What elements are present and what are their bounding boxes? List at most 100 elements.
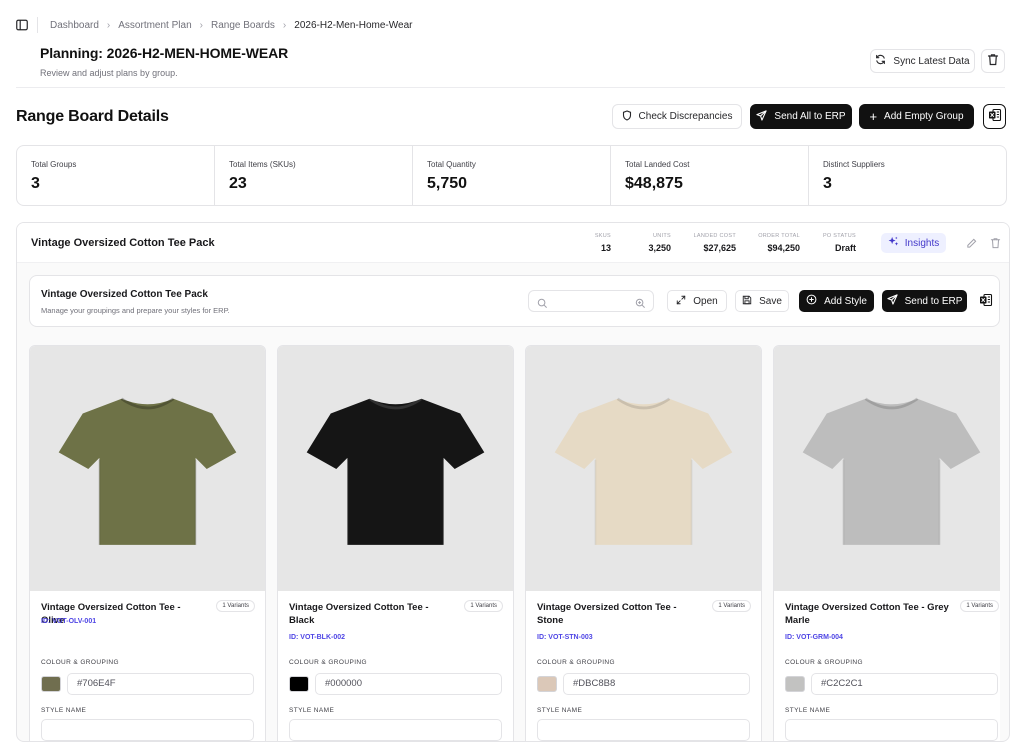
toolbar-subtitle: Manage your groupings and prepare your s… — [41, 306, 230, 315]
add-empty-group-button[interactable]: + Add Empty Group — [859, 104, 974, 129]
colour-hex-input[interactable]: #DBC8B8 — [563, 673, 750, 695]
sync-label: Sync Latest Data — [893, 55, 970, 67]
insights-label: Insights — [904, 237, 940, 249]
variants-badge: 1 Variants — [712, 600, 751, 612]
stat-value: $48,875 — [625, 175, 683, 192]
send-all-to-erp-button[interactable]: Send All to ERP — [750, 104, 852, 129]
colour-hex-input[interactable]: #706E4F — [67, 673, 254, 695]
chevron-right-icon: › — [282, 20, 287, 31]
product-name: Vintage Oversized Cotton Tee - Stone — [537, 602, 677, 626]
sidebar-toggle-icon[interactable] — [15, 18, 29, 32]
stat-label: Distinct Suppliers — [823, 160, 885, 169]
style-name-input[interactable] — [537, 719, 750, 741]
metric-label: LANDED COST — [693, 233, 736, 239]
stat-value: 3 — [31, 175, 40, 192]
variants-badge: 1 Variants — [464, 600, 503, 612]
export-excel-button[interactable] — [983, 104, 1006, 129]
product-image[interactable] — [30, 346, 265, 591]
breadcrumb-dashboard[interactable]: Dashboard — [50, 20, 99, 31]
expand-icon — [676, 295, 686, 308]
product-image[interactable] — [526, 346, 761, 591]
product-card[interactable]: Vintage Oversized Cotton Tee - Olive 1 V… — [29, 345, 266, 741]
product-image[interactable] — [774, 346, 1000, 591]
breadcrumb-assortment-plan[interactable]: Assortment Plan — [118, 20, 191, 31]
section-title: Range Board Details — [16, 108, 169, 125]
group-panel: Vintage Oversized Cotton Tee Pack SKUS 1… — [16, 222, 1010, 742]
metric-label: UNITS — [653, 233, 671, 239]
style-name-label: STYLE NAME — [41, 707, 87, 714]
stat-label: Total Quantity — [427, 160, 476, 169]
metric-label: ORDER TOTAL — [758, 233, 800, 239]
delete-board-button[interactable] — [981, 49, 1005, 73]
colour-swatch[interactable] — [41, 676, 61, 692]
variants-badge: 1 Variants — [960, 600, 999, 612]
tshirt-image — [306, 397, 485, 545]
style-name-input[interactable] — [785, 719, 998, 741]
open-button[interactable]: Open — [667, 290, 727, 312]
colour-grouping-label: COLOUR & GROUPING — [537, 659, 615, 666]
search-input[interactable] — [553, 294, 629, 308]
save-button[interactable]: Save — [735, 290, 789, 312]
product-id: ID: VOT-GRM-004 — [785, 634, 843, 641]
stat-total-landed-cost: Total Landed Cost $48,875 — [611, 146, 809, 205]
trash-icon[interactable] — [989, 237, 1001, 249]
colour-grouping-label: COLOUR & GROUPING — [289, 659, 367, 666]
breadcrumb-range-boards[interactable]: Range Boards — [211, 20, 275, 31]
insights-button[interactable]: Insights — [881, 233, 946, 253]
colour-swatch[interactable] — [537, 676, 557, 692]
sync-latest-data-button[interactable]: Sync Latest Data — [870, 49, 975, 73]
metric-skus: SKUS 13 — [595, 233, 611, 253]
excel-icon — [988, 108, 1002, 125]
search-box[interactable] — [528, 290, 654, 312]
tshirt-image — [802, 397, 981, 545]
style-name-input[interactable] — [41, 719, 254, 741]
stat-total-groups: Total Groups 3 — [17, 146, 215, 205]
product-card[interactable]: Vintage Oversized Cotton Tee - Black 1 V… — [277, 345, 514, 741]
check-discrepancies-button[interactable]: Check Discrepancies — [612, 104, 742, 129]
colour-swatch[interactable] — [785, 676, 805, 692]
search-icon — [537, 296, 548, 314]
summary-stats: Total Groups 3 Total Items (SKUs) 23 Tot… — [16, 145, 1007, 206]
group-name: Vintage Oversized Cotton Tee Pack — [31, 237, 215, 249]
product-grid: Vintage Oversized Cotton Tee - Olive 1 V… — [29, 345, 1000, 741]
chevron-right-icon: › — [106, 20, 111, 31]
group-header[interactable]: Vintage Oversized Cotton Tee Pack SKUS 1… — [17, 223, 1009, 263]
variants-badge: 1 Variants — [216, 600, 255, 612]
style-name-input[interactable] — [289, 719, 502, 741]
export-excel-button[interactable] — [975, 290, 997, 312]
colour-hex-input[interactable]: #C2C2C1 — [811, 673, 998, 695]
divider — [37, 17, 38, 33]
send-all-label: Send All to ERP — [774, 111, 846, 122]
plus-circle-icon — [806, 294, 817, 308]
style-name-label: STYLE NAME — [537, 707, 583, 714]
product-image[interactable] — [278, 346, 513, 591]
add-style-label: Add Style — [824, 295, 867, 307]
excel-icon — [979, 293, 993, 310]
check-discrepancies-label: Check Discrepancies — [638, 111, 733, 122]
product-card[interactable]: Vintage Oversized Cotton Tee - Stone 1 V… — [525, 345, 762, 741]
metric-landed-cost: LANDED COST $27,625 — [694, 233, 736, 253]
stat-total-items: Total Items (SKUs) 23 — [215, 146, 413, 205]
page-subtitle: Review and adjust plans by group. — [40, 68, 178, 78]
zoom-in-icon[interactable] — [635, 296, 646, 314]
add-style-button[interactable]: Add Style — [799, 290, 874, 312]
send-icon — [886, 294, 898, 308]
colour-swatch[interactable] — [289, 676, 309, 692]
tshirt-image — [554, 397, 733, 545]
shield-icon — [622, 109, 632, 124]
stat-value: 23 — [229, 175, 247, 192]
trash-icon — [987, 53, 999, 69]
pencil-icon[interactable] — [965, 237, 977, 249]
colour-hex-input[interactable]: #000000 — [315, 673, 502, 695]
chevron-right-icon: › — [199, 20, 203, 31]
product-id: ID: VOT-STN-003 — [537, 634, 593, 641]
tshirt-image — [58, 397, 237, 545]
metric-value: $27,625 — [703, 243, 736, 253]
send-to-erp-button[interactable]: Send to ERP — [882, 290, 967, 312]
breadcrumb: Dashboard › Assortment Plan › Range Boar… — [50, 20, 412, 31]
product-card[interactable]: Vintage Oversized Cotton Tee - Grey Marl… — [773, 345, 1000, 741]
breadcrumb-current: 2026-H2-Men-Home-Wear — [294, 20, 413, 31]
stat-value: 5,750 — [427, 175, 468, 192]
metric-po-status: PO STATUS Draft — [823, 233, 856, 253]
metric-label: SKUS — [594, 233, 611, 239]
